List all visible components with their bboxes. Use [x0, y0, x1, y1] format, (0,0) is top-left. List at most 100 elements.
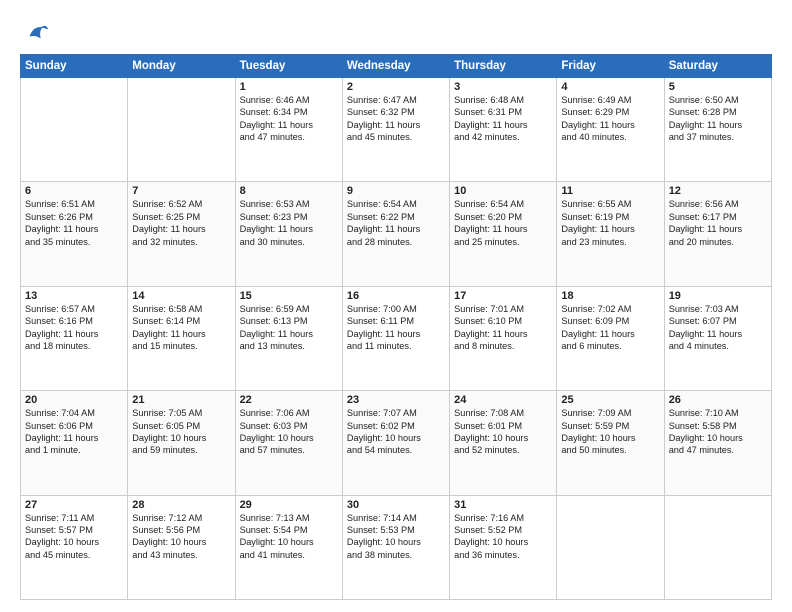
day-number: 7 — [132, 185, 230, 197]
calendar-cell: 7Sunrise: 6:52 AM Sunset: 6:25 PM Daylig… — [128, 182, 235, 286]
calendar-cell: 16Sunrise: 7:00 AM Sunset: 6:11 PM Dayli… — [342, 286, 449, 390]
calendar-cell: 6Sunrise: 6:51 AM Sunset: 6:26 PM Daylig… — [21, 182, 128, 286]
day-detail: Sunrise: 7:13 AM Sunset: 5:54 PM Dayligh… — [240, 512, 338, 562]
day-number: 22 — [240, 394, 338, 406]
day-number: 20 — [25, 394, 123, 406]
day-detail: Sunrise: 6:59 AM Sunset: 6:13 PM Dayligh… — [240, 303, 338, 353]
calendar-cell: 21Sunrise: 7:05 AM Sunset: 6:05 PM Dayli… — [128, 391, 235, 495]
calendar: SundayMondayTuesdayWednesdayThursdayFrid… — [20, 54, 772, 600]
day-number: 6 — [25, 185, 123, 197]
calendar-cell: 24Sunrise: 7:08 AM Sunset: 6:01 PM Dayli… — [450, 391, 557, 495]
day-detail: Sunrise: 7:12 AM Sunset: 5:56 PM Dayligh… — [132, 512, 230, 562]
day-number: 11 — [561, 185, 659, 197]
week-row-3: 20Sunrise: 7:04 AM Sunset: 6:06 PM Dayli… — [21, 391, 772, 495]
day-detail: Sunrise: 6:52 AM Sunset: 6:25 PM Dayligh… — [132, 198, 230, 248]
day-number: 4 — [561, 81, 659, 93]
calendar-cell: 9Sunrise: 6:54 AM Sunset: 6:22 PM Daylig… — [342, 182, 449, 286]
day-detail: Sunrise: 6:47 AM Sunset: 6:32 PM Dayligh… — [347, 94, 445, 144]
calendar-cell: 8Sunrise: 6:53 AM Sunset: 6:23 PM Daylig… — [235, 182, 342, 286]
day-detail: Sunrise: 6:49 AM Sunset: 6:29 PM Dayligh… — [561, 94, 659, 144]
day-detail: Sunrise: 7:14 AM Sunset: 5:53 PM Dayligh… — [347, 512, 445, 562]
calendar-cell: 17Sunrise: 7:01 AM Sunset: 6:10 PM Dayli… — [450, 286, 557, 390]
calendar-cell: 15Sunrise: 6:59 AM Sunset: 6:13 PM Dayli… — [235, 286, 342, 390]
calendar-cell — [128, 78, 235, 182]
calendar-cell: 28Sunrise: 7:12 AM Sunset: 5:56 PM Dayli… — [128, 495, 235, 599]
day-detail: Sunrise: 7:03 AM Sunset: 6:07 PM Dayligh… — [669, 303, 767, 353]
day-number: 25 — [561, 394, 659, 406]
day-detail: Sunrise: 7:11 AM Sunset: 5:57 PM Dayligh… — [25, 512, 123, 562]
calendar-cell: 18Sunrise: 7:02 AM Sunset: 6:09 PM Dayli… — [557, 286, 664, 390]
calendar-cell: 22Sunrise: 7:06 AM Sunset: 6:03 PM Dayli… — [235, 391, 342, 495]
calendar-cell: 13Sunrise: 6:57 AM Sunset: 6:16 PM Dayli… — [21, 286, 128, 390]
week-row-0: 1Sunrise: 6:46 AM Sunset: 6:34 PM Daylig… — [21, 78, 772, 182]
calendar-cell: 3Sunrise: 6:48 AM Sunset: 6:31 PM Daylig… — [450, 78, 557, 182]
day-number: 13 — [25, 290, 123, 302]
day-detail: Sunrise: 6:46 AM Sunset: 6:34 PM Dayligh… — [240, 94, 338, 144]
day-detail: Sunrise: 7:10 AM Sunset: 5:58 PM Dayligh… — [669, 407, 767, 457]
weekday-header-wednesday: Wednesday — [342, 55, 449, 78]
calendar-cell: 20Sunrise: 7:04 AM Sunset: 6:06 PM Dayli… — [21, 391, 128, 495]
calendar-cell: 11Sunrise: 6:55 AM Sunset: 6:19 PM Dayli… — [557, 182, 664, 286]
day-detail: Sunrise: 7:01 AM Sunset: 6:10 PM Dayligh… — [454, 303, 552, 353]
day-detail: Sunrise: 6:50 AM Sunset: 6:28 PM Dayligh… — [669, 94, 767, 144]
day-number: 12 — [669, 185, 767, 197]
day-number: 15 — [240, 290, 338, 302]
calendar-cell: 1Sunrise: 6:46 AM Sunset: 6:34 PM Daylig… — [235, 78, 342, 182]
calendar-cell: 14Sunrise: 6:58 AM Sunset: 6:14 PM Dayli… — [128, 286, 235, 390]
week-row-4: 27Sunrise: 7:11 AM Sunset: 5:57 PM Dayli… — [21, 495, 772, 599]
calendar-cell — [664, 495, 771, 599]
week-row-2: 13Sunrise: 6:57 AM Sunset: 6:16 PM Dayli… — [21, 286, 772, 390]
calendar-cell: 27Sunrise: 7:11 AM Sunset: 5:57 PM Dayli… — [21, 495, 128, 599]
day-detail: Sunrise: 7:05 AM Sunset: 6:05 PM Dayligh… — [132, 407, 230, 457]
day-number: 29 — [240, 499, 338, 511]
day-detail: Sunrise: 7:09 AM Sunset: 5:59 PM Dayligh… — [561, 407, 659, 457]
weekday-header-monday: Monday — [128, 55, 235, 78]
day-detail: Sunrise: 6:51 AM Sunset: 6:26 PM Dayligh… — [25, 198, 123, 248]
day-number: 5 — [669, 81, 767, 93]
day-detail: Sunrise: 6:54 AM Sunset: 6:20 PM Dayligh… — [454, 198, 552, 248]
day-detail: Sunrise: 6:55 AM Sunset: 6:19 PM Dayligh… — [561, 198, 659, 248]
calendar-cell: 2Sunrise: 6:47 AM Sunset: 6:32 PM Daylig… — [342, 78, 449, 182]
day-number: 28 — [132, 499, 230, 511]
calendar-cell: 30Sunrise: 7:14 AM Sunset: 5:53 PM Dayli… — [342, 495, 449, 599]
day-number: 8 — [240, 185, 338, 197]
day-detail: Sunrise: 6:57 AM Sunset: 6:16 PM Dayligh… — [25, 303, 123, 353]
day-number: 30 — [347, 499, 445, 511]
calendar-cell — [557, 495, 664, 599]
weekday-header-thursday: Thursday — [450, 55, 557, 78]
logo — [20, 18, 50, 46]
calendar-cell: 26Sunrise: 7:10 AM Sunset: 5:58 PM Dayli… — [664, 391, 771, 495]
day-detail: Sunrise: 7:16 AM Sunset: 5:52 PM Dayligh… — [454, 512, 552, 562]
weekday-header-friday: Friday — [557, 55, 664, 78]
day-detail: Sunrise: 7:07 AM Sunset: 6:02 PM Dayligh… — [347, 407, 445, 457]
day-number: 23 — [347, 394, 445, 406]
day-detail: Sunrise: 6:58 AM Sunset: 6:14 PM Dayligh… — [132, 303, 230, 353]
day-detail: Sunrise: 7:04 AM Sunset: 6:06 PM Dayligh… — [25, 407, 123, 457]
calendar-cell: 10Sunrise: 6:54 AM Sunset: 6:20 PM Dayli… — [450, 182, 557, 286]
day-number: 31 — [454, 499, 552, 511]
calendar-cell: 31Sunrise: 7:16 AM Sunset: 5:52 PM Dayli… — [450, 495, 557, 599]
calendar-cell: 5Sunrise: 6:50 AM Sunset: 6:28 PM Daylig… — [664, 78, 771, 182]
day-number: 1 — [240, 81, 338, 93]
calendar-cell: 29Sunrise: 7:13 AM Sunset: 5:54 PM Dayli… — [235, 495, 342, 599]
weekday-header-saturday: Saturday — [664, 55, 771, 78]
day-detail: Sunrise: 6:54 AM Sunset: 6:22 PM Dayligh… — [347, 198, 445, 248]
day-detail: Sunrise: 7:02 AM Sunset: 6:09 PM Dayligh… — [561, 303, 659, 353]
calendar-cell: 12Sunrise: 6:56 AM Sunset: 6:17 PM Dayli… — [664, 182, 771, 286]
day-detail: Sunrise: 7:06 AM Sunset: 6:03 PM Dayligh… — [240, 407, 338, 457]
day-number: 16 — [347, 290, 445, 302]
weekday-header-sunday: Sunday — [21, 55, 128, 78]
calendar-cell: 4Sunrise: 6:49 AM Sunset: 6:29 PM Daylig… — [557, 78, 664, 182]
day-number: 27 — [25, 499, 123, 511]
day-detail: Sunrise: 7:00 AM Sunset: 6:11 PM Dayligh… — [347, 303, 445, 353]
day-number: 3 — [454, 81, 552, 93]
calendar-cell: 25Sunrise: 7:09 AM Sunset: 5:59 PM Dayli… — [557, 391, 664, 495]
logo-bird-icon — [22, 18, 50, 46]
day-detail: Sunrise: 6:48 AM Sunset: 6:31 PM Dayligh… — [454, 94, 552, 144]
day-number: 18 — [561, 290, 659, 302]
calendar-cell: 23Sunrise: 7:07 AM Sunset: 6:02 PM Dayli… — [342, 391, 449, 495]
day-detail: Sunrise: 7:08 AM Sunset: 6:01 PM Dayligh… — [454, 407, 552, 457]
day-number: 24 — [454, 394, 552, 406]
header — [20, 18, 772, 46]
calendar-cell — [21, 78, 128, 182]
